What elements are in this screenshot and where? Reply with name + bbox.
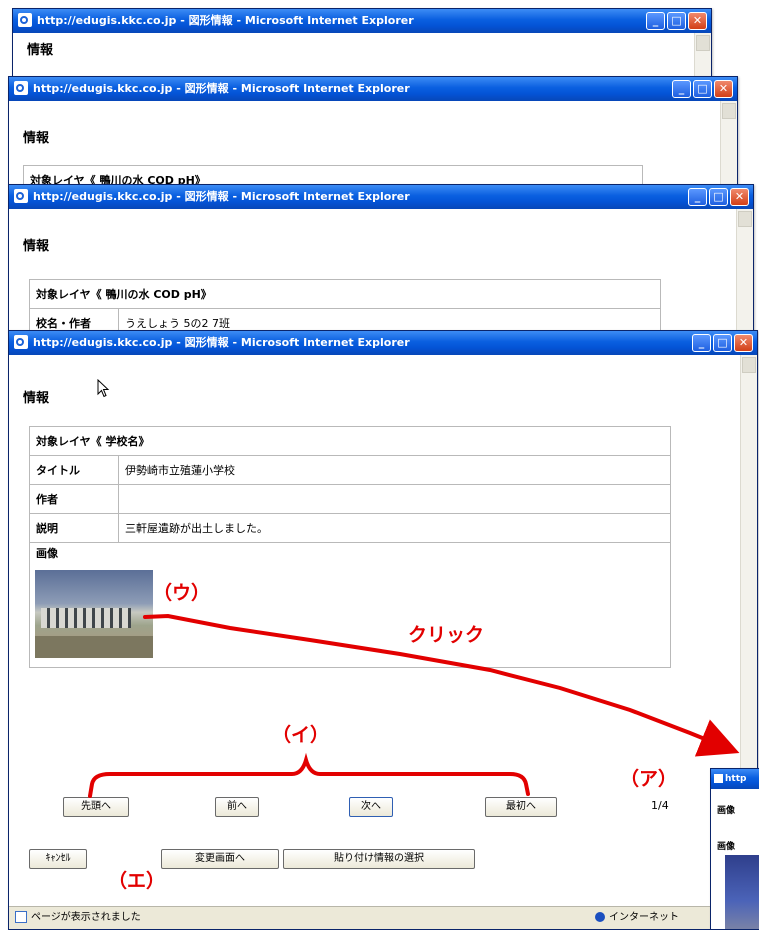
close-button[interactable]: ✕ bbox=[730, 188, 749, 206]
minimize-button[interactable]: _ bbox=[688, 188, 707, 206]
table-row: タイトル 伊勢崎市立殖蓮小学校 bbox=[29, 455, 671, 485]
change-screen-button[interactable]: 変更画面へ bbox=[161, 849, 279, 869]
first-button[interactable]: 先頭へ bbox=[63, 797, 129, 817]
title-bar[interactable]: http://edugis.kkc.co.jp - 図形情報 - Microso… bbox=[13, 9, 711, 33]
title-bar[interactable]: http://edugis.kkc.co.jp - 図形情報 - Microso… bbox=[9, 77, 737, 101]
annotation-click: クリック bbox=[408, 624, 485, 646]
minimize-button[interactable]: _ bbox=[672, 80, 691, 98]
page-indicator: 1/4 bbox=[651, 799, 669, 812]
scrollbar[interactable] bbox=[736, 209, 753, 333]
layer-header: 対象レイヤ《 学校名》 bbox=[29, 426, 671, 456]
scrollbar-thumb[interactable] bbox=[738, 211, 752, 227]
window-title: http://edugis.kkc.co.jp - 図形情報 - Microso… bbox=[33, 190, 410, 203]
scrollbar-thumb[interactable] bbox=[696, 35, 710, 51]
status-bar: ページが表示されました インターネット bbox=[9, 906, 757, 929]
page-heading: 情報 bbox=[23, 239, 50, 254]
minimize-button[interactable]: _ bbox=[692, 334, 711, 352]
window-title: http://edugis.kkc.co.jp - 図形情報 - Microso… bbox=[33, 82, 410, 95]
ie-window-popup: http 画像 画像 bbox=[710, 768, 759, 930]
cancel-button[interactable]: ｷｬﾝｾﾙ bbox=[29, 849, 87, 869]
popup-label: 画像 bbox=[717, 806, 736, 816]
ie-window-main: http://edugis.kkc.co.jp - 図形情報 - Microso… bbox=[8, 330, 758, 930]
minimize-button[interactable]: _ bbox=[646, 12, 665, 30]
maximize-button[interactable]: □ bbox=[709, 188, 728, 206]
scrollbar-thumb[interactable] bbox=[722, 103, 736, 119]
scrollbar-thumb[interactable] bbox=[742, 357, 756, 373]
page-done-icon bbox=[15, 911, 27, 923]
popup-image-label: 画像 bbox=[717, 842, 736, 852]
layer-header: 対象レイヤ《 鴨川の水 COD pH》 bbox=[29, 279, 661, 309]
ie-icon bbox=[14, 189, 28, 203]
mouse-cursor-icon bbox=[97, 379, 110, 398]
row-value bbox=[118, 484, 671, 514]
last-button[interactable]: 最初へ bbox=[485, 797, 557, 817]
annotation-e: （エ） bbox=[108, 870, 166, 892]
table-row: 作者 bbox=[29, 484, 671, 514]
close-button[interactable]: ✕ bbox=[734, 334, 753, 352]
next-button[interactable]: 次へ bbox=[349, 797, 393, 817]
popup-title: http bbox=[725, 774, 747, 784]
scrollbar[interactable] bbox=[720, 101, 737, 185]
maximize-button[interactable]: □ bbox=[693, 80, 712, 98]
title-bar[interactable]: http://edugis.kkc.co.jp - 図形情報 - Microso… bbox=[9, 331, 757, 355]
paste-select-button[interactable]: 貼り付け情報の選択 bbox=[283, 849, 475, 869]
maximize-button[interactable]: □ bbox=[713, 334, 732, 352]
popup-image bbox=[725, 855, 759, 929]
row-key: 作者 bbox=[29, 484, 119, 514]
close-button[interactable]: ✕ bbox=[688, 12, 707, 30]
zone-indicator: インターネット bbox=[595, 907, 679, 929]
ie-window-3: http://edugis.kkc.co.jp - 図形情報 - Microso… bbox=[8, 184, 754, 334]
table-row: 説明 三軒屋遺跡が出土しました。 bbox=[29, 513, 671, 543]
ie-icon bbox=[14, 335, 28, 349]
annotation-i: （イ） bbox=[272, 724, 330, 746]
maximize-button[interactable]: □ bbox=[667, 12, 686, 30]
info-table: 対象レイヤ《 鴨川の水 COD pH》 bbox=[23, 165, 643, 185]
school-photo-thumbnail[interactable] bbox=[35, 570, 153, 658]
close-button[interactable]: ✕ bbox=[714, 80, 733, 98]
zone-text: インターネット bbox=[609, 912, 679, 923]
ie-window-2: http://edugis.kkc.co.jp - 図形情報 - Microso… bbox=[8, 76, 738, 186]
globe-icon bbox=[595, 912, 605, 922]
ie-icon bbox=[714, 774, 723, 783]
page-heading: 情報 bbox=[27, 43, 54, 58]
window-title: http://edugis.kkc.co.jp - 図形情報 - Microso… bbox=[33, 336, 410, 349]
layer-header: 対象レイヤ《 鴨川の水 COD pH》 bbox=[23, 165, 643, 185]
row-key: タイトル bbox=[29, 455, 119, 485]
page-heading: 情報 bbox=[23, 131, 50, 146]
row-key: 説明 bbox=[29, 513, 119, 543]
annotation-u: （ウ） bbox=[153, 582, 211, 604]
row-value: 三軒屋遺跡が出土しました。 bbox=[118, 513, 671, 543]
row-value: 伊勢崎市立殖蓮小学校 bbox=[118, 455, 671, 485]
info-table: 対象レイヤ《 鴨川の水 COD pH》 校名・作者 うえしょう 5の2 7班 bbox=[29, 279, 661, 333]
title-bar[interactable]: http://edugis.kkc.co.jp - 図形情報 - Microso… bbox=[9, 185, 753, 209]
window-title: http://edugis.kkc.co.jp - 図形情報 - Microso… bbox=[37, 14, 414, 27]
ie-icon bbox=[14, 81, 28, 95]
popup-title-bar[interactable]: http bbox=[711, 769, 759, 789]
prev-button[interactable]: 前へ bbox=[215, 797, 259, 817]
ie-icon bbox=[18, 13, 32, 27]
annotation-a: （ア） bbox=[620, 768, 678, 790]
image-label: 画像 bbox=[36, 547, 58, 560]
page-heading: 情報 bbox=[23, 391, 50, 406]
status-text: ページが表示されました bbox=[31, 912, 141, 923]
